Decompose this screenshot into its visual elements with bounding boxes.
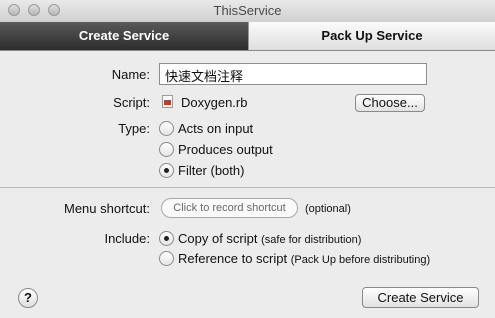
tab-bar: Create Service Pack Up Service xyxy=(0,22,495,51)
include-copy-note: (safe for distribution) xyxy=(261,234,362,246)
include-reference-note: (Pack Up before distributing) xyxy=(290,254,431,266)
ruby-file-icon xyxy=(162,95,173,108)
help-button[interactable]: ? xyxy=(18,288,38,308)
choose-button[interactable]: Choose... xyxy=(355,94,425,112)
window-title: ThisService xyxy=(213,3,282,18)
type-filter-both-radio[interactable] xyxy=(159,163,174,178)
include-copy-label: Copy of script xyxy=(178,231,258,246)
shortcut-optional-note: (optional) xyxy=(305,203,351,215)
type-acts-on-input-radio[interactable] xyxy=(159,121,174,136)
include-reference-option[interactable]: Reference to script (Pack Up before dist… xyxy=(178,251,430,266)
section-divider xyxy=(0,187,495,188)
menu-shortcut-label: Menu shortcut: xyxy=(64,201,150,216)
include-copy-radio[interactable] xyxy=(159,231,174,246)
script-label: Script: xyxy=(113,95,150,110)
include-label: Include: xyxy=(104,231,150,246)
type-produces-output-radio[interactable] xyxy=(159,142,174,157)
tab-create-service[interactable]: Create Service xyxy=(0,22,248,50)
name-label: Name: xyxy=(111,67,150,82)
shortcut-recorder[interactable]: Click to record shortcut xyxy=(161,198,298,218)
create-service-button[interactable]: Create Service xyxy=(362,287,479,308)
include-reference-label: Reference to script xyxy=(178,251,288,266)
type-acts-on-input-label[interactable]: Acts on input xyxy=(178,121,253,136)
tab-pack-up-service[interactable]: Pack Up Service xyxy=(248,22,495,50)
name-input[interactable]: 快速文档注释 xyxy=(159,63,427,85)
type-label: Type: xyxy=(118,121,150,136)
include-copy-option[interactable]: Copy of script (safe for distribution) xyxy=(178,231,361,246)
type-produces-output-label[interactable]: Produces output xyxy=(178,142,273,157)
include-reference-radio[interactable] xyxy=(159,251,174,266)
type-filter-both-label[interactable]: Filter (both) xyxy=(178,163,244,178)
script-filename: Doxygen.rb xyxy=(181,95,248,110)
title-bar: ThisService xyxy=(0,0,495,23)
